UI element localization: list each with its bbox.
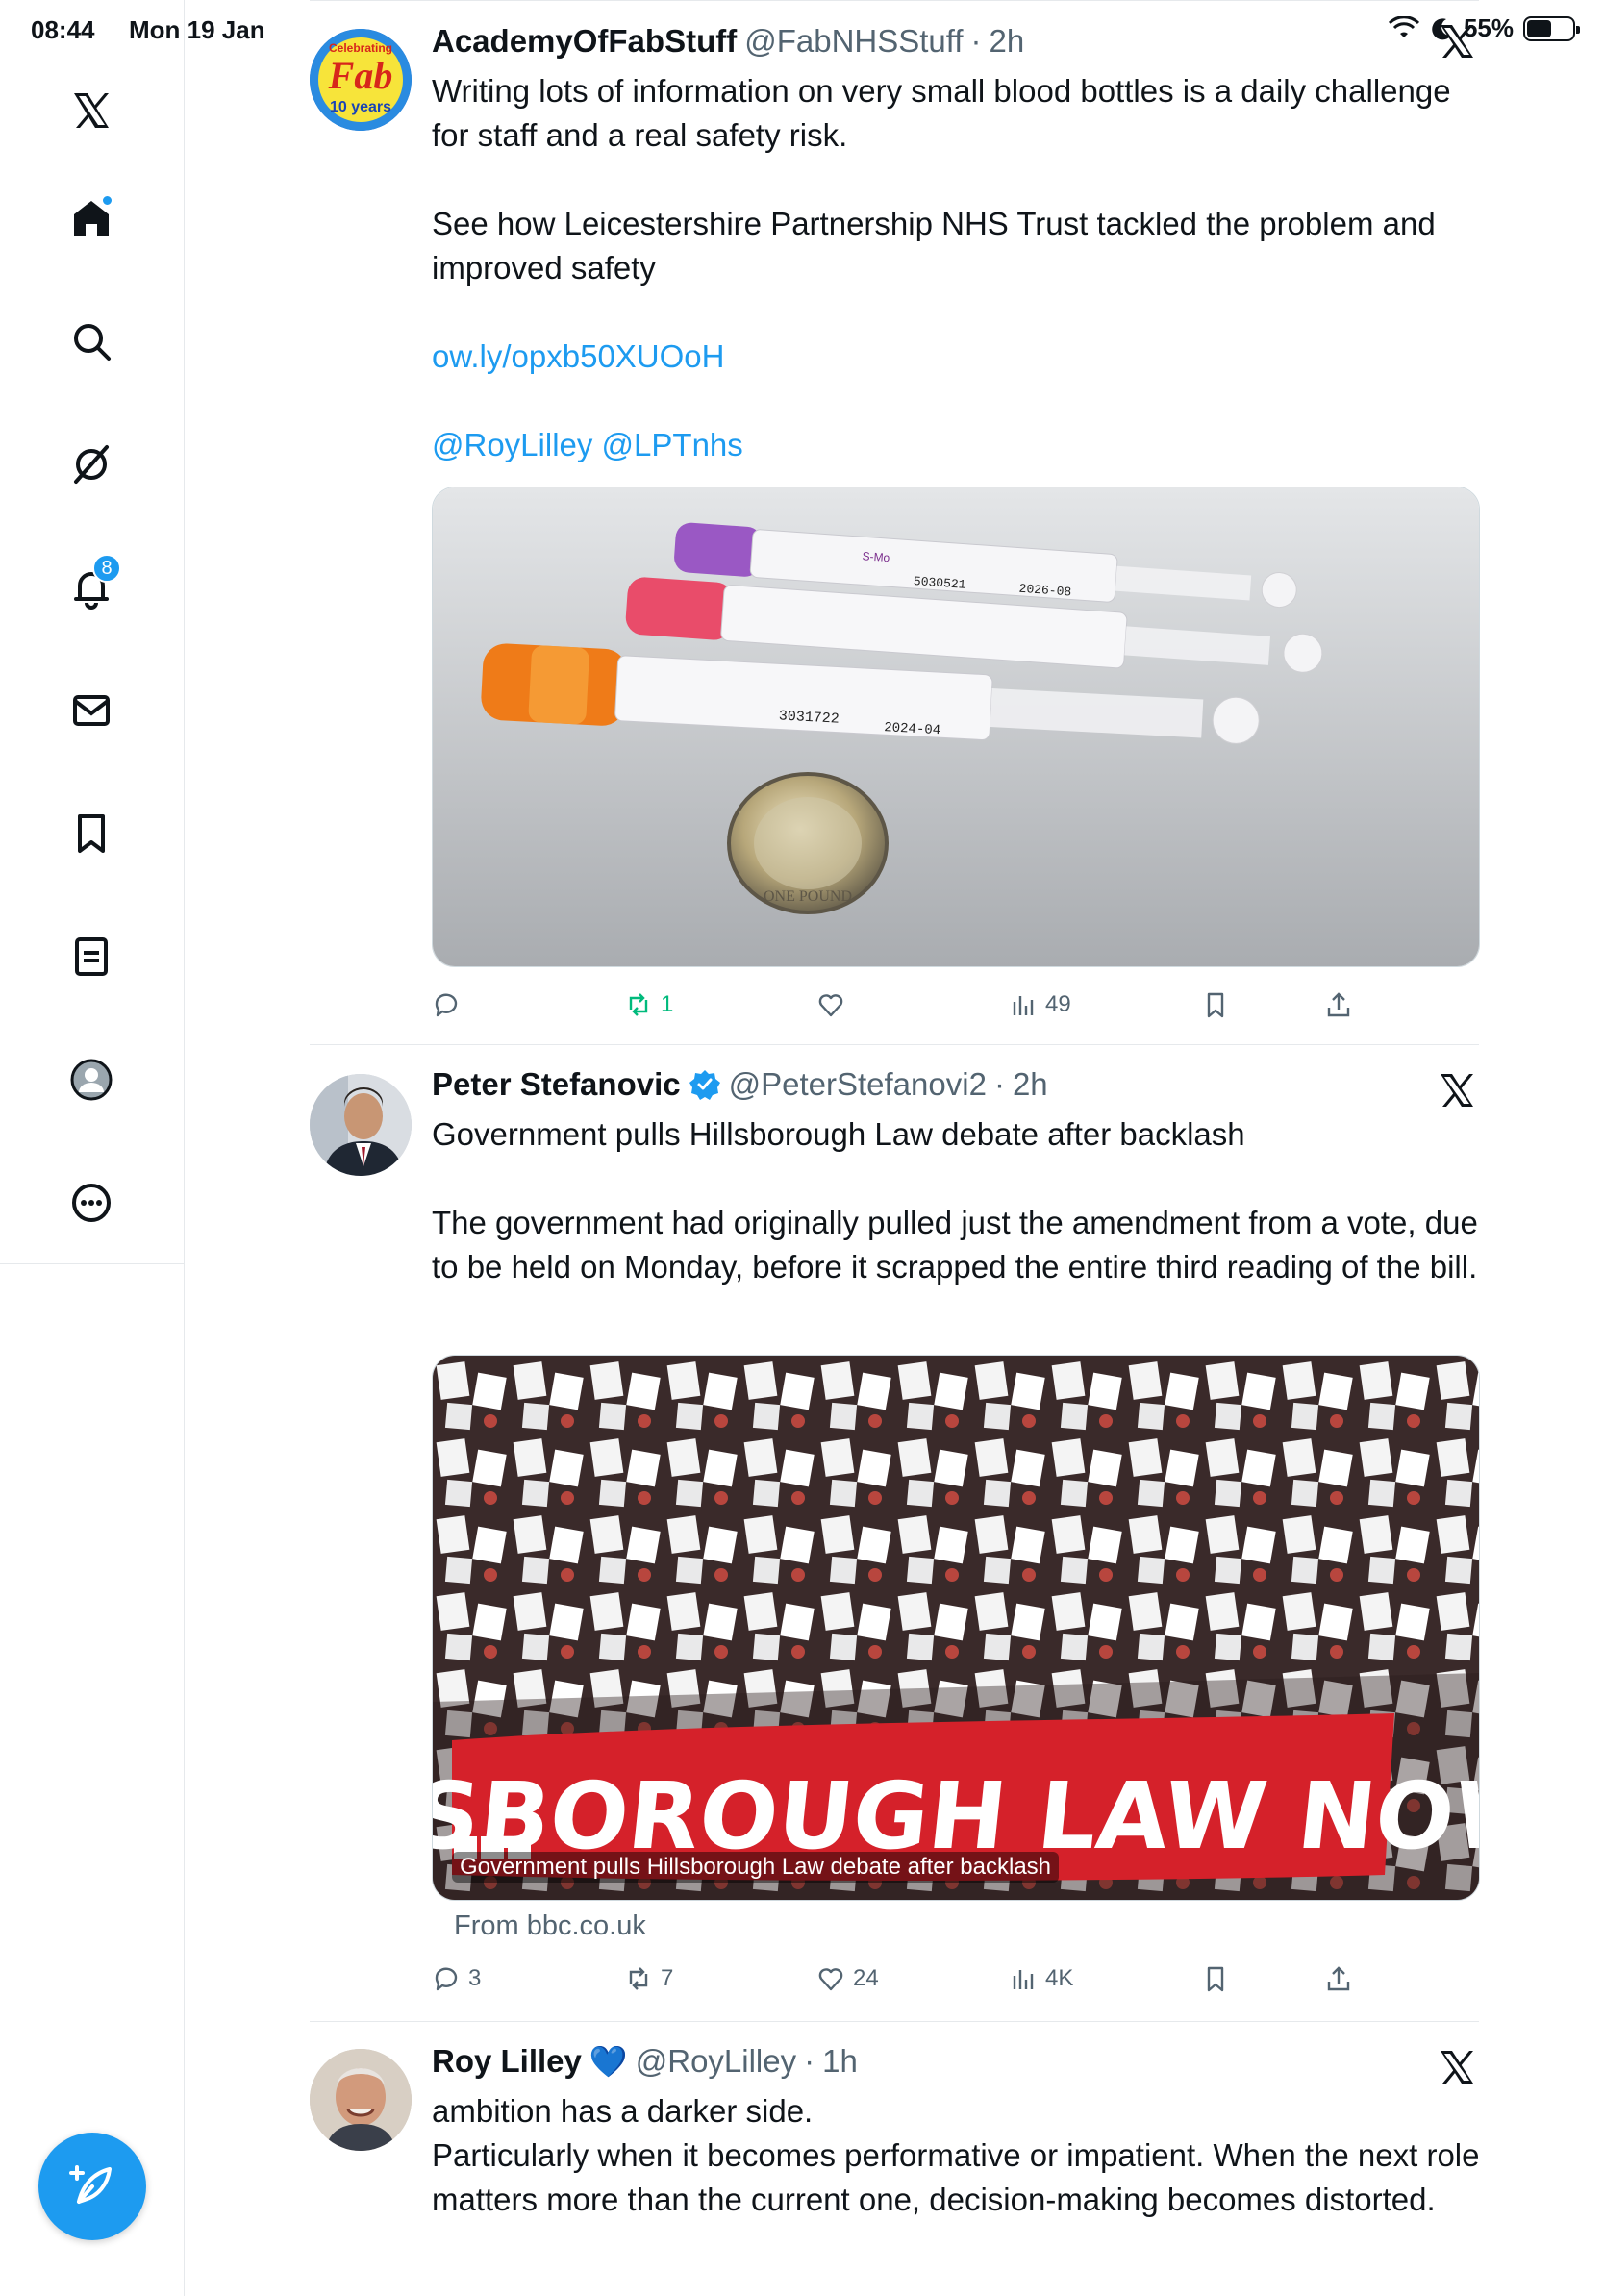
author-handle[interactable]: @PeterStefanovi2 — [729, 1066, 987, 1103]
compose-button[interactable] — [38, 2133, 146, 2240]
author-handle[interactable]: @FabNHSStuff — [744, 23, 963, 60]
views-chart-icon — [1013, 1970, 1034, 1989]
repost-icon — [629, 1967, 648, 1990]
views-button[interactable]: 49 — [1009, 990, 1071, 1019]
link-source[interactable]: From bbc.co.uk — [454, 1910, 646, 1942]
tweet-paragraph: The government had originally pulled jus… — [432, 1205, 1478, 1285]
grok-icon[interactable] — [63, 437, 119, 492]
views-chart-icon — [1013, 996, 1034, 1015]
notifications-bell-icon[interactable]: 8 — [63, 554, 121, 615]
battery-icon — [1523, 15, 1580, 41]
tweet-header: Roy Lilley 💙 @RoyLilley · 1h — [432, 2043, 858, 2080]
heart-icon — [818, 1968, 843, 1991]
messages-envelope-icon[interactable] — [63, 683, 119, 738]
tweet-paragraph: See how Leicestershire Partnership NHS T… — [432, 206, 1436, 286]
tube-label-text: 3031722 — [778, 708, 840, 727]
blue-heart-emoji: 💙 — [589, 2044, 628, 2079]
reply-button[interactable]: 3 — [432, 1964, 481, 1993]
link-card-caption: Government pulls Hillsborough Law debate… — [452, 1852, 1060, 1883]
tweet-paragraph: Writing lots of information on very smal… — [432, 73, 1451, 153]
sidebar: 8 — [0, 0, 185, 2296]
author-name[interactable]: AcademyOfFabStuff — [432, 23, 737, 60]
avatar-text-bottom: 10 years — [330, 99, 391, 115]
notifications-badge: 8 — [92, 554, 121, 583]
share-button[interactable] — [1324, 1964, 1353, 1993]
verified-badge-icon — [689, 1070, 720, 1100]
avatar[interactable]: Celebrating Fab 10 years — [310, 29, 412, 131]
sidebar-divider — [0, 1263, 185, 1264]
coin-text: ONE POUND — [764, 888, 852, 905]
more-icon[interactable] — [63, 1175, 119, 1231]
profile-avatar-icon[interactable] — [63, 1052, 119, 1108]
reply-count: 3 — [468, 1965, 482, 1991]
x-close-icon[interactable] — [1435, 19, 1479, 63]
repost-count: 1 — [661, 991, 674, 1017]
home-icon[interactable] — [63, 190, 119, 246]
reply-icon — [435, 993, 458, 1017]
views-button[interactable]: 4K — [1009, 1964, 1073, 1993]
bookmark-button[interactable] — [1201, 1964, 1230, 1993]
tube-label-text: S-Mo — [862, 549, 890, 564]
tweet-link[interactable]: ow.ly/opxb50XUOoH — [432, 335, 1480, 379]
like-button[interactable]: 24 — [816, 1964, 879, 1993]
avatar-text-middle: Fab — [328, 54, 393, 97]
avatar[interactable] — [310, 2049, 412, 2151]
x-logo-icon[interactable] — [63, 83, 119, 138]
tweet-time[interactable]: 2h — [990, 23, 1025, 60]
tube-label-text: 2024-04 — [884, 720, 941, 738]
tweet-time[interactable]: 2h — [1013, 1066, 1048, 1103]
tweet-header: AcademyOfFabStuff @FabNHSStuff · 2h — [432, 23, 1025, 60]
x-close-icon[interactable] — [1435, 2045, 1479, 2089]
tweet-paragraph: Particularly when it becomes performativ… — [432, 2137, 1480, 2217]
tweet-card[interactable]: Roy Lilley 💙 @RoyLilley · 1h ambition ha… — [310, 2022, 1479, 2296]
author-name[interactable]: Peter Stefanovic — [432, 1066, 681, 1103]
share-icon — [1327, 1966, 1350, 1991]
search-icon[interactable] — [63, 313, 119, 369]
like-count: 24 — [853, 1965, 879, 1991]
share-button[interactable] — [1324, 990, 1353, 1019]
tweet-card[interactable]: Peter Stefanovic @PeterStefanovi2 · 2h G… — [310, 1045, 1480, 2022]
author-handle[interactable]: @RoyLilley — [636, 2043, 796, 2080]
tweet-image-blood-bottles[interactable]: S-Mo 5030521 2026-08 3031722 2024-04 ONE… — [432, 487, 1480, 967]
views-count: 49 — [1045, 991, 1071, 1017]
tweet-actions: 1 49 — [432, 990, 1480, 1029]
tweet-text: Government pulls Hillsborough Law debate… — [432, 1112, 1480, 1289]
repost-count: 7 — [661, 1965, 674, 1991]
tweet-actions: 3 7 24 4K — [432, 1964, 1480, 2003]
lists-icon[interactable] — [63, 929, 119, 985]
tweet-paragraph: ambition has a darker side. — [432, 2093, 814, 2129]
repost-button[interactable]: 1 — [624, 990, 673, 1019]
link-card-image[interactable]: HILLSBOROUGH LAW NOW Government pulls Hi… — [432, 1355, 1480, 1901]
avatar[interactable] — [310, 1074, 412, 1176]
share-icon — [1327, 992, 1350, 1017]
reply-icon — [435, 1967, 458, 1991]
tweet-paragraph: Government pulls Hillsborough Law debate… — [432, 1116, 1245, 1152]
tweet-text: Writing lots of information on very smal… — [432, 69, 1480, 467]
feather-plus-icon — [69, 2165, 112, 2204]
tweet-header: Peter Stefanovic @PeterStefanovi2 · 2h — [432, 1066, 1048, 1103]
bookmark-icon — [1207, 1966, 1224, 1992]
tweet-mentions[interactable]: @RoyLilley @LPTnhs — [432, 423, 1480, 467]
reply-button[interactable] — [432, 990, 468, 1019]
tweet-time[interactable]: 1h — [822, 2043, 858, 2080]
bookmark-button[interactable] — [1201, 990, 1230, 1019]
heart-icon — [818, 994, 843, 1017]
bookmarks-icon[interactable] — [63, 806, 119, 861]
x-close-icon[interactable] — [1435, 1068, 1479, 1112]
like-button[interactable] — [816, 990, 853, 1019]
bookmark-icon — [1207, 992, 1224, 1018]
repost-button[interactable]: 7 — [624, 1964, 673, 1993]
avatar-text-top: Celebrating — [329, 41, 392, 55]
unread-dot — [101, 194, 113, 207]
repost-icon — [629, 993, 648, 1016]
tweet-card[interactable]: Celebrating Fab 10 years AcademyOfFabStu… — [310, 0, 1480, 1048]
views-count: 4K — [1045, 1965, 1074, 1991]
author-name[interactable]: Roy Lilley — [432, 2043, 582, 2080]
tweet-text: ambition has a darker side. Particularly… — [432, 2089, 1480, 2222]
